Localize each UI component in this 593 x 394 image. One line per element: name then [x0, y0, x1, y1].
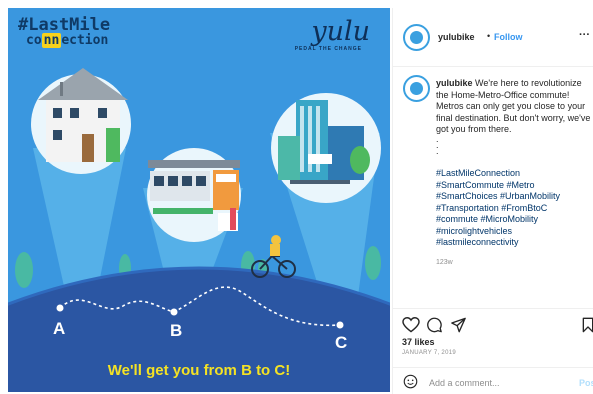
avatar[interactable] — [403, 24, 430, 51]
yulu-logo: yulu — [311, 16, 370, 47]
post-side-panel: yulubike • Follow ··· yulubike We're her… — [392, 8, 593, 394]
header-separator: • — [487, 31, 491, 41]
yulu-logo-tagline: PEDAL THE CHANGE — [294, 46, 362, 52]
hashtag-link[interactable]: #microlightvehicles — [436, 226, 591, 238]
post-tagline: We'll get you from B to C! — [107, 362, 291, 379]
bookmark-icon[interactable] — [581, 317, 593, 333]
point-b-label: B — [170, 321, 183, 340]
metro-sign — [216, 174, 236, 182]
comment-input[interactable]: Add a comment... — [429, 378, 500, 388]
comment-bar: Add a comment... Post — [393, 367, 593, 394]
office-bubble — [271, 93, 381, 203]
hashtag-link[interactable]: #SmartCommute #Metro — [436, 180, 591, 192]
point-b-marker — [170, 308, 178, 316]
post-image[interactable]: #LastMile co nn ection yulu PEDAL THE CHAN… — [8, 8, 390, 392]
share-icon[interactable] — [450, 317, 467, 333]
action-bar: 37 likes JANUARY 7, 2019 Add a comment..… — [393, 308, 593, 394]
hashtag-link[interactable]: #Transportation #FromBtoC — [436, 203, 591, 215]
smile-icon[interactable] — [403, 374, 418, 389]
point-c-marker — [336, 321, 344, 329]
caption-time-ago[interactable]: 123w — [436, 259, 453, 266]
post-date: JANUARY 7, 2019 — [402, 350, 456, 356]
hashtag-line1: #LastMile — [18, 15, 111, 35]
illustration — [8, 68, 390, 392]
hashtag-line2: co nn ection — [26, 33, 109, 48]
header-username[interactable]: yulubike — [438, 32, 475, 42]
caption-username[interactable]: yulubike — [436, 78, 473, 88]
follow-button[interactable]: Follow — [494, 32, 523, 42]
home-bubble — [31, 68, 131, 174]
point-a-marker — [56, 304, 64, 312]
post-comment-button[interactable]: Post — [579, 378, 593, 388]
caption-avatar[interactable] — [403, 75, 430, 102]
hashtag-link[interactable]: #commute #MicroMobility — [436, 214, 591, 226]
hashtag-link[interactable]: #SmartChoices #UrbanMobility — [436, 191, 591, 203]
point-c-label: C — [335, 333, 348, 352]
office-sign — [308, 154, 332, 164]
point-a-label: A — [53, 319, 66, 338]
caption-dots: ... — [436, 134, 439, 156]
metro-bubble — [147, 148, 241, 242]
hashtag-badge: #LastMile co nn ection — [18, 15, 111, 48]
heart-icon[interactable] — [402, 317, 420, 333]
hashtag-link[interactable]: #LastMileConnection — [436, 168, 591, 180]
comment-icon[interactable] — [426, 317, 443, 333]
hashtag-link[interactable]: #lastmileconnectivity — [436, 237, 591, 249]
caption: yulubike We're here to revolutionize the… — [436, 78, 591, 136]
likes-count[interactable]: 37 likes — [402, 337, 435, 347]
hashtag-list: #LastMileConnection #SmartCommute #Metro… — [436, 168, 591, 249]
cyclist-helmet — [271, 235, 281, 245]
more-horizontal-icon[interactable]: ··· — [579, 29, 590, 41]
post-header: yulubike • Follow ··· — [393, 8, 593, 67]
